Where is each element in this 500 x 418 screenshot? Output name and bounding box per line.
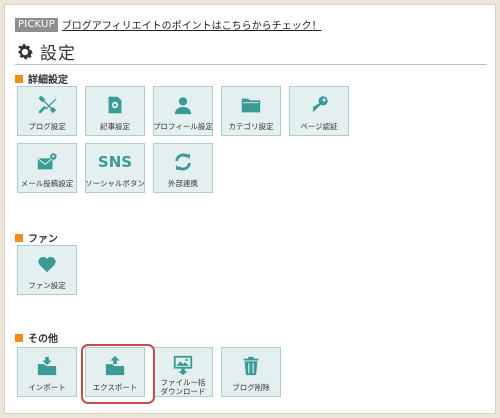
folder-import-icon xyxy=(37,356,57,376)
pickup-badge: PICKUP xyxy=(15,17,58,32)
tile-social-buttons[interactable]: SNS ソーシャルボタン xyxy=(85,143,145,193)
tile-label: エクスポート xyxy=(92,383,138,392)
section-title: その他 xyxy=(28,334,58,345)
tile-import[interactable]: インポート xyxy=(17,347,77,397)
section-marker xyxy=(15,74,23,83)
tile-label: プロフィール設定 xyxy=(153,122,213,131)
tile-export[interactable]: エクスポート xyxy=(85,347,145,397)
tile-label: ページ認証 xyxy=(300,122,338,131)
page-header: 設定 xyxy=(15,39,487,65)
folder-export-icon xyxy=(105,355,125,376)
tile-profile-settings[interactable]: プロフィール設定 xyxy=(153,86,213,136)
tile-external-integration[interactable]: 外部連携 xyxy=(153,143,213,193)
section-fan-heading: ファン xyxy=(15,230,58,245)
tile-label-line2: ダウンロード xyxy=(160,387,206,396)
tile-label: 記事設定 xyxy=(100,122,130,131)
page-title: 設定 xyxy=(40,44,76,64)
tile-label: ソーシャルボタン xyxy=(85,179,145,188)
tile-label: カテゴリ設定 xyxy=(228,122,274,131)
heart-icon xyxy=(38,256,56,273)
tile-label: メール投稿設定 xyxy=(20,179,74,188)
tile-label: ファン設定 xyxy=(28,281,66,290)
key-icon xyxy=(312,96,328,112)
tile-mail-post-settings[interactable]: メール投稿設定 xyxy=(17,143,77,193)
section-marker xyxy=(15,233,23,242)
tile-label-line1: ファイル一括 xyxy=(160,378,206,387)
tile-label: ブログ削除 xyxy=(232,383,270,392)
tools-icon xyxy=(38,95,57,114)
folder-icon xyxy=(241,98,261,113)
tile-delete-blog[interactable]: ブログ削除 xyxy=(221,347,281,397)
tile-label: インポート xyxy=(28,383,66,392)
pickup-banner: PICKUP ブログアフィリエイトのポイントはこちらからチェック！ xyxy=(15,17,322,32)
pickup-link[interactable]: ブログアフィリエイトのポイントはこちらからチェック！ xyxy=(62,17,322,32)
section-details-heading: 詳細設定 xyxy=(15,71,68,86)
section-marker xyxy=(15,333,23,342)
settings-panel: PICKUP ブログアフィリエイトのポイントはこちらからチェック！ 設定 詳細設… xyxy=(4,4,496,414)
tile-blog-settings[interactable]: ブログ設定 xyxy=(17,86,77,136)
article-settings-icon xyxy=(108,96,122,114)
tile-label: ブログ設定 xyxy=(28,122,66,131)
tile-category-settings[interactable]: カテゴリ設定 xyxy=(221,86,281,136)
trash-icon xyxy=(243,356,259,376)
section-other-heading: その他 xyxy=(15,330,58,345)
sns-icon: SNS xyxy=(97,153,133,171)
section-title: ファン xyxy=(28,234,58,245)
image-download-icon xyxy=(173,355,193,375)
tile-fan-settings[interactable]: ファン設定 xyxy=(17,245,77,295)
mail-gear-icon xyxy=(37,153,57,170)
tile-bulk-file-download[interactable]: ファイル一括 ダウンロード xyxy=(153,347,213,397)
tile-page-auth[interactable]: ページ認証 xyxy=(289,86,349,136)
sync-icon xyxy=(175,153,191,171)
gear-icon xyxy=(18,43,33,59)
section-title: 詳細設定 xyxy=(28,75,68,86)
tile-label: 外部連携 xyxy=(168,179,198,188)
person-icon xyxy=(174,97,192,115)
tile-article-settings[interactable]: 記事設定 xyxy=(85,86,145,136)
